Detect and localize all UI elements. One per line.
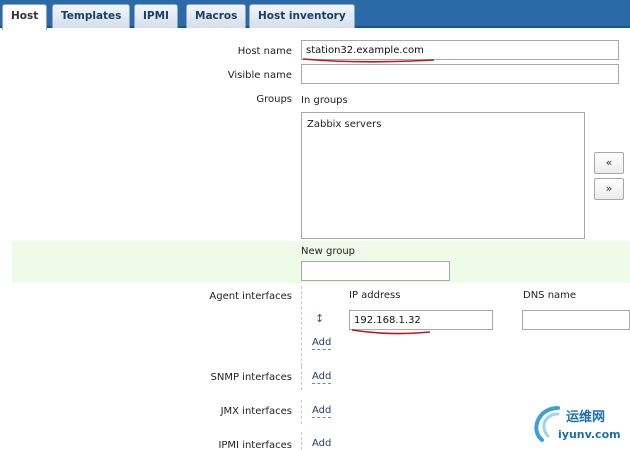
in-groups-list[interactable]: Zabbix servers [301, 112, 585, 239]
tab-templates[interactable]: Templates [52, 4, 131, 28]
tab-host[interactable]: Host [2, 4, 48, 30]
jmx-interfaces-label: JMX interfaces [220, 406, 292, 417]
ipmi-interfaces-label: IPMI interfaces [218, 440, 292, 450]
snmp-interfaces-divider [301, 366, 302, 390]
agent-interfaces-divider [301, 286, 302, 366]
ip-address-header: IP address [349, 290, 401, 301]
tab-macros[interactable]: Macros [186, 4, 247, 28]
agent-dns-input[interactable] [522, 310, 630, 330]
visible-name-input[interactable] [301, 64, 619, 84]
watermark-logo: 运维网 iyunv.com [528, 400, 628, 448]
new-group-input[interactable] [301, 261, 450, 281]
snmp-add-link[interactable]: Add [312, 371, 332, 384]
snmp-interfaces-label: SNMP interfaces [210, 372, 292, 383]
dns-name-header: DNS name [523, 290, 577, 301]
tab-host-inventory[interactable]: Host inventory [249, 4, 355, 28]
ipmi-interfaces-divider [301, 432, 302, 450]
in-groups-label: In groups [301, 95, 348, 106]
move-right-button[interactable]: » [594, 178, 624, 200]
ip-underline-annotation [351, 329, 431, 335]
tab-ipmi[interactable]: IPMI [134, 4, 178, 28]
agent-interfaces-label: Agent interfaces [209, 291, 292, 302]
visible-name-label: Visible name [227, 70, 292, 81]
jmx-add-link[interactable]: Add [312, 405, 332, 418]
ipmi-add-link[interactable]: Add [312, 438, 331, 450]
drag-handle-icon[interactable]: ↕ [315, 312, 324, 325]
watermark-brand-cn: 运维网 [566, 410, 606, 425]
move-left-button[interactable]: « [594, 152, 624, 174]
list-item[interactable]: Zabbix servers [307, 119, 579, 130]
groups-label: Groups [256, 94, 292, 105]
tab-bar: Host Templates IPMI Macros Host inventor… [0, 0, 630, 30]
jmx-interfaces-divider [301, 400, 302, 424]
watermark-brand-url: iyunv.com [558, 428, 621, 441]
new-group-label: New group [301, 246, 356, 257]
agent-add-link[interactable]: Add [312, 337, 332, 350]
host-name-label: Host name [237, 46, 292, 57]
